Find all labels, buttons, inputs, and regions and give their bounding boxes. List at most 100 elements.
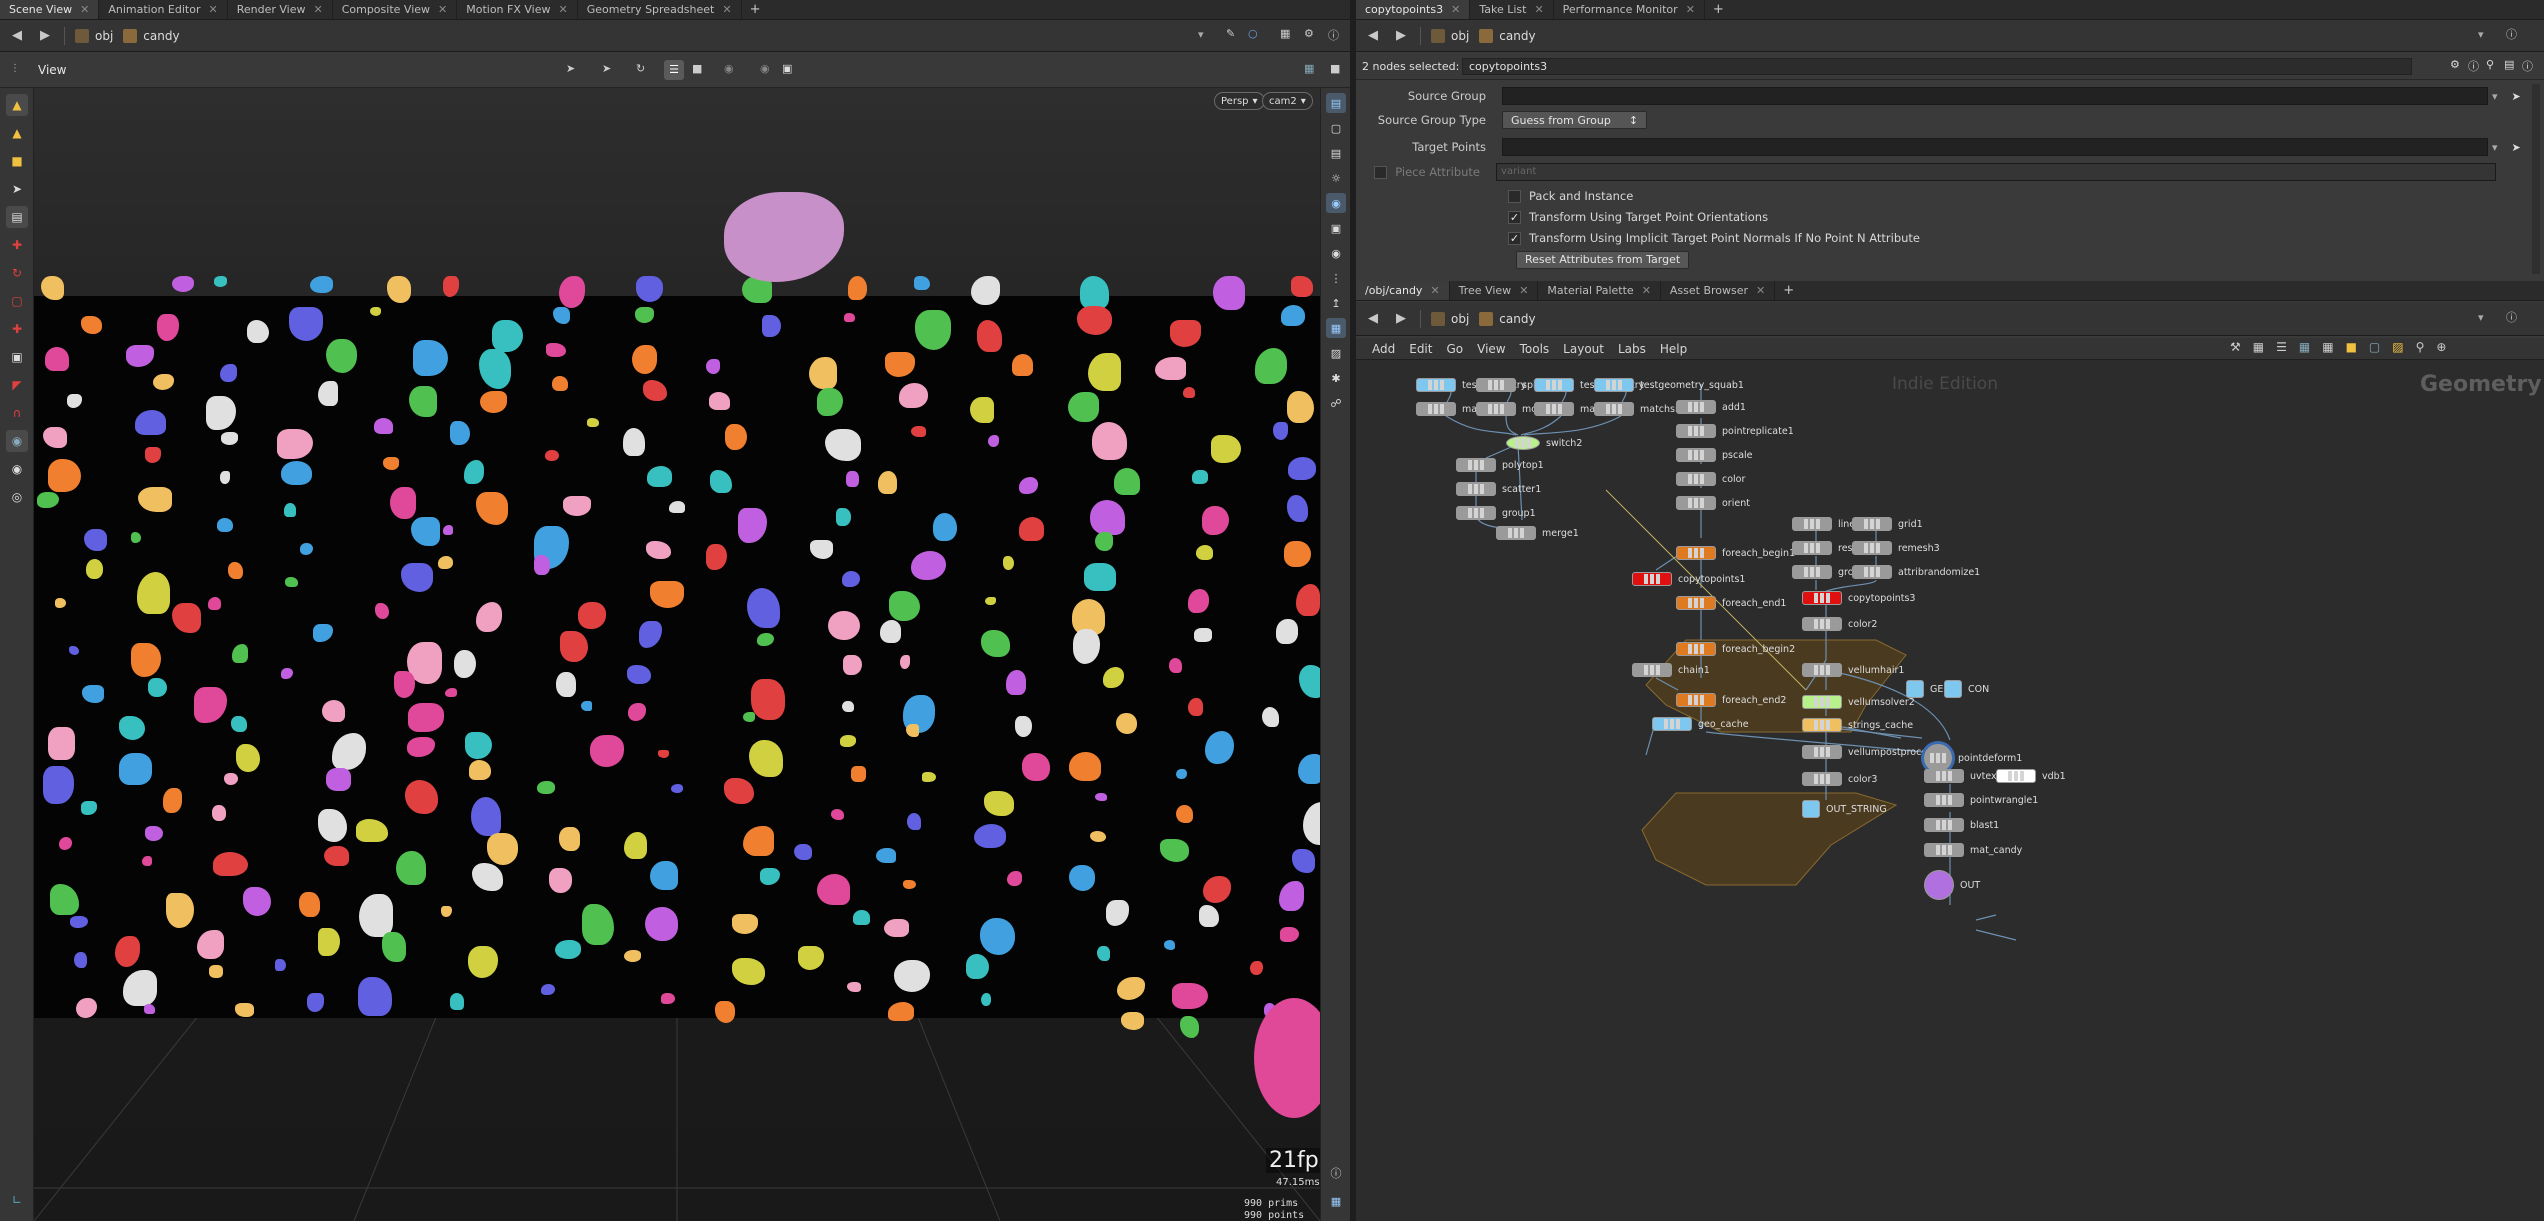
pin-icon[interactable]: ✎ <box>1226 27 1235 40</box>
node-color[interactable]: color <box>1676 472 1745 486</box>
snapping-icon[interactable]: ◉ <box>1326 243 1346 263</box>
node-foreach-begin2[interactable]: foreach_begin2 <box>1676 642 1795 656</box>
param-lock-icon[interactable]: ▤ <box>2504 58 2514 71</box>
node-remesh3[interactable]: remesh3 <box>1852 541 1940 555</box>
node-body[interactable] <box>1476 378 1516 392</box>
tab--obj-candy[interactable]: /obj/candy ✕ <box>1356 281 1450 300</box>
scale-tool-icon[interactable]: ▢ <box>6 290 28 312</box>
grid-icon[interactable]: ▦ <box>1326 318 1346 338</box>
node-body[interactable] <box>1924 818 1964 832</box>
piece-attribute-toggle[interactable] <box>1374 165 1387 179</box>
node-body[interactable] <box>1924 793 1964 807</box>
camera-tool-icon[interactable]: ▣ <box>6 346 28 368</box>
close-icon[interactable]: ✕ <box>1756 284 1765 297</box>
add-tab-icon[interactable]: + <box>1775 281 1802 300</box>
node-vdb1[interactable]: vdb1 <box>1996 769 2066 783</box>
node-foreach-end1[interactable]: foreach_end1 <box>1676 596 1786 610</box>
node-body[interactable] <box>1802 718 1842 732</box>
node-grid1[interactable]: grid1 <box>1852 517 1923 531</box>
settings-icon[interactable]: ⚙ <box>1304 27 1314 40</box>
node-pointreplicate1[interactable]: pointreplicate1 <box>1676 424 1794 438</box>
node-vellumsolver2[interactable]: vellumsolver2 <box>1802 695 1915 709</box>
target-points-field[interactable] <box>1502 138 2488 156</box>
node-body[interactable] <box>1534 402 1574 416</box>
layout-icon[interactable]: ▦ <box>1280 27 1290 40</box>
zoom-icon[interactable]: ⊕ <box>2436 340 2446 354</box>
node-body[interactable] <box>1534 378 1574 392</box>
scene-viewport[interactable]: Persp ▾ cam2 ▾ 21fps 47.15ms 990 prims 990… <box>34 88 1338 1221</box>
node-body[interactable] <box>1852 541 1892 555</box>
param-search-icon[interactable]: ⚲ <box>2486 58 2494 71</box>
node-body[interactable] <box>1676 472 1716 486</box>
node-body[interactable] <box>1676 546 1716 560</box>
node-pscale[interactable]: pscale <box>1676 448 1753 462</box>
menu-add[interactable]: Add <box>1372 342 1395 356</box>
node-con-null[interactable]: CON <box>1944 680 1989 698</box>
menu-labs[interactable]: Labs <box>1618 342 1646 356</box>
render-region-icon[interactable]: ◉ <box>6 458 28 480</box>
node-body[interactable] <box>1676 496 1716 510</box>
path-dropdown-icon[interactable]: ▾ <box>1198 28 1204 41</box>
back-arrow-icon[interactable]: ◀ <box>8 27 26 45</box>
node-polytop1[interactable]: polytop1 <box>1456 458 1544 472</box>
menu-edit[interactable]: Edit <box>1409 342 1432 356</box>
node-body[interactable] <box>1676 693 1716 707</box>
node-body[interactable] <box>1802 772 1842 786</box>
breadcrumb-obj[interactable]: obj <box>75 28 113 43</box>
measure-tool-icon[interactable]: ◤ <box>6 374 28 396</box>
param-scrollbar[interactable] <box>2532 84 2540 274</box>
magnet-tool-icon[interactable]: ∩ <box>6 402 28 424</box>
help-icon[interactable]: ⓘ <box>1328 27 1339 43</box>
persp-menu[interactable]: Persp ▾ <box>1214 92 1265 110</box>
close-icon[interactable]: ✕ <box>1430 284 1439 297</box>
node-body[interactable] <box>1792 565 1832 579</box>
node-body[interactable] <box>1924 769 1964 783</box>
node-body[interactable] <box>1456 506 1496 520</box>
close-icon[interactable]: ✕ <box>313 3 322 16</box>
source-group-field[interactable] <box>1502 87 2488 105</box>
node-copytopoints1[interactable]: copytopoints1 <box>1632 572 1745 586</box>
node-body[interactable] <box>1802 695 1842 709</box>
node-merge1[interactable]: merge1 <box>1496 526 1579 540</box>
tab-asset-browser[interactable]: Asset Browser ✕ <box>1661 281 1776 300</box>
pack-instance-checkbox[interactable] <box>1508 189 1521 203</box>
node-body[interactable] <box>1924 843 1964 857</box>
tab-copytopoints3[interactable]: copytopoints3 ✕ <box>1356 0 1471 19</box>
node-foreach-end2[interactable]: foreach_end2 <box>1676 693 1786 707</box>
lock-icon[interactable]: ▤ <box>1326 143 1346 163</box>
selection-field[interactable]: copytopoints3 <box>1462 58 2412 75</box>
pose-tool-icon[interactable]: ▲ <box>6 122 28 144</box>
viewport-layout-grid-icon[interactable]: ▦ <box>1326 1191 1346 1211</box>
grid-snap-icon[interactable]: ▦ <box>2253 340 2264 354</box>
node-body[interactable] <box>1924 870 1954 900</box>
node-body[interactable] <box>1676 642 1716 656</box>
snap-icon[interactable]: ☰ <box>664 60 684 80</box>
move-tool-icon[interactable]: ✚ <box>6 234 28 256</box>
transform-tool-icon[interactable]: ✚ <box>6 318 28 340</box>
forward-arrow-icon[interactable]: ▶ <box>1392 310 1410 328</box>
node-strings-cache[interactable]: strings_cache <box>1802 718 1913 732</box>
param-info-icon[interactable]: ⓘ <box>2522 58 2533 74</box>
display-option-icon[interactable]: ▤ <box>1326 93 1346 113</box>
add-tab-icon[interactable]: + <box>1705 0 1732 19</box>
breadcrumb-node[interactable]: candy <box>1479 28 1536 43</box>
flipbook-icon[interactable]: ◎ <box>6 486 28 508</box>
menu-view[interactable]: View <box>1477 342 1505 356</box>
source-group-dropdown-icon[interactable]: ▾ <box>2492 90 2498 103</box>
camera-menu[interactable]: cam2 ▾ <box>1262 92 1313 110</box>
node-line2[interactable]: line2 <box>1792 517 1861 531</box>
node-body[interactable] <box>1802 663 1842 677</box>
close-icon[interactable]: ✕ <box>80 3 89 16</box>
node-body[interactable] <box>1632 663 1672 677</box>
node-body[interactable] <box>1676 400 1716 414</box>
node-body[interactable] <box>1476 402 1516 416</box>
viewport-info-icon[interactable]: ⓘ <box>1326 1163 1346 1183</box>
node-body[interactable] <box>1594 402 1634 416</box>
network-layout-icon[interactable]: ▦ <box>2299 340 2310 354</box>
source-group-select-icon[interactable]: ➤ <box>2512 90 2521 103</box>
node-out[interactable]: OUT <box>1924 870 1980 900</box>
close-icon[interactable]: ✕ <box>722 3 731 16</box>
tab-animation-editor[interactable]: Animation Editor ✕ <box>99 0 228 19</box>
transform-orient-checkbox[interactable]: ✓ <box>1508 210 1521 224</box>
node-scatter1[interactable]: scatter1 <box>1456 482 1541 496</box>
